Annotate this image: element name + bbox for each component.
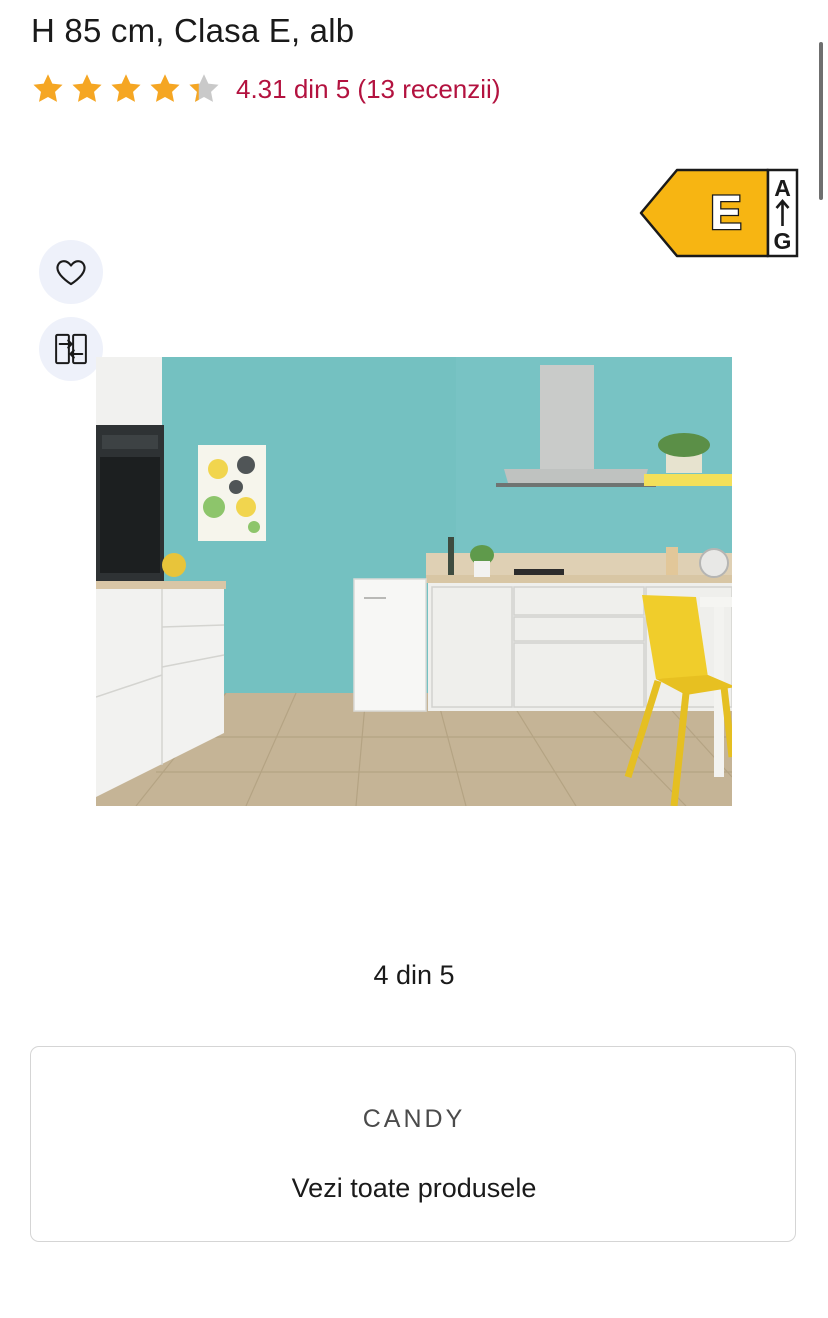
rating-reviews-link[interactable]: 4.31 din 5 (13 recenzii) (236, 74, 500, 105)
energy-class-text: E (710, 187, 742, 240)
favorite-button[interactable] (39, 240, 103, 304)
star-icon (33, 74, 63, 102)
star-icon (72, 74, 102, 102)
brand-logo[interactable]: CANDY (0, 1105, 828, 1134)
energy-scale-top: A (774, 175, 791, 201)
brand-card[interactable] (30, 1046, 796, 1242)
product-image[interactable] (96, 357, 732, 806)
kitchen-scene-image (96, 357, 732, 806)
gallery-counter: 4 din 5 (373, 960, 455, 990)
heart-icon (56, 260, 86, 286)
rating-row: 4.31 din 5 (13 recenzii) (30, 70, 500, 108)
compare-button[interactable] (39, 317, 103, 381)
scrollbar[interactable] (819, 42, 823, 200)
compare-icon (55, 333, 87, 365)
view-all-products-link[interactable]: Vezi toate produsele (0, 1173, 828, 1204)
partial-star-icon (189, 74, 219, 102)
star-icon (111, 74, 141, 102)
energy-label-badge[interactable]: E A G (639, 168, 799, 258)
star-icon (150, 74, 180, 102)
energy-scale-bottom: G (774, 228, 792, 254)
product-title: H 85 cm, Clasa E, alb (31, 12, 355, 49)
rating-stars (30, 71, 222, 107)
